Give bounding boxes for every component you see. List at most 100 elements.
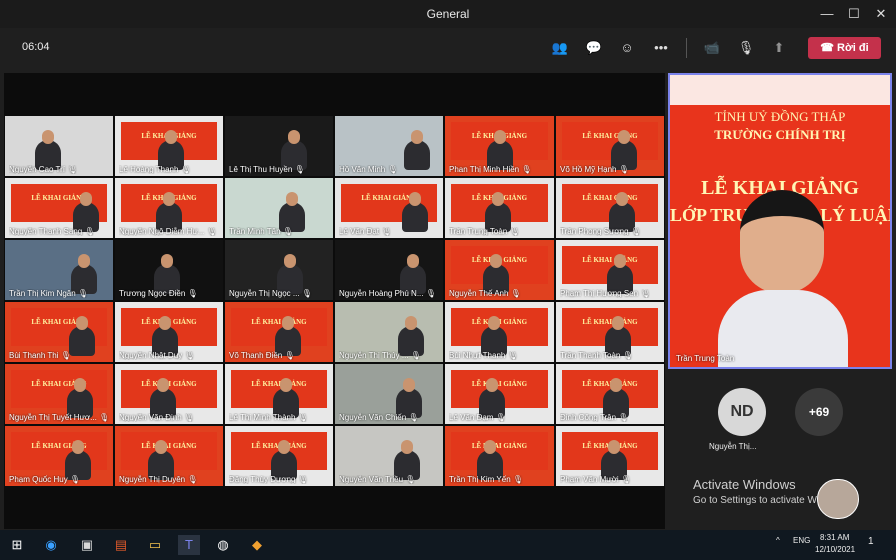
participant-tile[interactable]: LỄ KHAI GIẢNG Lê Hoàng Thanh 🎙 xyxy=(114,115,224,177)
participant-head xyxy=(76,316,88,330)
more-participants-button[interactable]: +69 xyxy=(795,388,843,436)
participant-name: Bùi Thanh Thi 🎙 xyxy=(9,351,71,360)
teams-icon[interactable]: T xyxy=(178,535,200,555)
spotlight-video[interactable]: TỈNH UỶ ĐỒNG THÁP TRƯỜNG CHÍNH TRỊ LỄ KH… xyxy=(668,73,892,369)
participant-tile[interactable]: LỄ KHAI GIẢNG Bùi Thanh Thi 🎙 xyxy=(4,301,114,363)
reactions-icon[interactable]: ☺ xyxy=(616,37,638,59)
participant-tile[interactable]: Nguyễn Hoàng Phú N... 🎙 xyxy=(334,239,444,301)
participant-tile[interactable]: Trần Thị Kim Ngân 🎙 xyxy=(4,239,114,301)
participant-head xyxy=(74,378,86,392)
participant-tile[interactable]: LỄ KHAI GIẢNG Lê Văn Đạm 🎙 xyxy=(444,363,555,425)
participant-tile[interactable]: LỄ KHAI GIẢNG Võ Thanh Điền 🎙 xyxy=(224,301,334,363)
banner-line-2: TRƯỜNG CHÍNH TRỊ xyxy=(714,127,846,142)
participant-name: Nguyễn Văn Chiến 🎙 xyxy=(339,413,419,422)
participant-tile[interactable]: LỄ KHAI GIẢNG Nguyễn Thị Duyên 🎙 xyxy=(114,425,224,487)
participant-head xyxy=(614,254,626,268)
participant-name: Trần Phong Sương 🎙 xyxy=(560,227,641,236)
maximize-button[interactable]: ☐ xyxy=(843,4,865,24)
participant-tile[interactable]: Nguyễn Văn Chiến 🎙 xyxy=(334,363,444,425)
participant-name: Võ Thanh Điền 🎙 xyxy=(229,351,295,360)
leave-button[interactable]: ☎ Rời đi xyxy=(808,37,881,59)
clock-date[interactable]: 12/10/2021 xyxy=(815,545,855,554)
participant-avatar[interactable]: ND xyxy=(718,388,766,436)
participant-tile[interactable]: LỄ KHAI GIẢNG Lê Thị Minh Thành 🎙 xyxy=(224,363,334,425)
participant-tile[interactable]: LỄ KHAI GIẢNGNguyễn Thế Anh 🎙 xyxy=(444,239,555,301)
chat-icon[interactable]: 💬 xyxy=(583,37,605,59)
tile-banner-text: LỄ KHAI GIẢNG xyxy=(582,256,638,264)
tile-banner-text: LỄ KHAI GIẢNG xyxy=(141,442,197,450)
camera-off-icon[interactable]: 📹 xyxy=(701,37,723,59)
participant-tile[interactable]: LỄ KHAI GIẢNG Đinh Công Trân 🎙 xyxy=(555,363,665,425)
participant-tile[interactable]: LỄ KHAI GIẢNG Nguyễn Ngô Diễm Hư... 🎙 xyxy=(114,177,224,239)
participant-figure xyxy=(402,192,428,232)
participant-tile[interactable]: LỄ KHAI GIẢNG Nguyễn Thị Tuyết Hươ... 🎙 xyxy=(4,363,114,425)
participant-tile[interactable]: LỄ KHAI GIẢNGBùi Nhựt Thanh 🎙 xyxy=(444,301,555,363)
participant-figure xyxy=(69,316,95,356)
participant-tile[interactable]: LỄ KHAI GIẢNG Phạm Quốc Huy 🎙 xyxy=(4,425,114,487)
mic-muted-icon[interactable]: 🎙 xyxy=(735,37,757,59)
tile-banner: LỄ KHAI GIẢNG xyxy=(562,122,658,160)
participant-head xyxy=(42,130,54,144)
participant-head xyxy=(282,316,294,330)
participant-tile[interactable]: LỄ KHAI GIẢNG Võ Hồ Mỹ Hạnh 🎙 xyxy=(555,115,665,177)
participant-head xyxy=(492,192,504,206)
participant-name: Phạm Văn Mười 🎙 xyxy=(560,475,631,484)
participant-tile[interactable]: LỄ KHAI GIẢNG Nguyễn Văn Định 🎙 xyxy=(114,363,224,425)
participant-head xyxy=(616,192,628,206)
participant-tile[interactable]: Nguyễn Thị Thúy ... 🎙 xyxy=(334,301,444,363)
language-indicator[interactable]: ENG xyxy=(793,536,810,545)
participant-head xyxy=(286,192,298,206)
participant-head xyxy=(288,130,300,144)
participant-tile[interactable]: Trần Minh Tân 🎙 xyxy=(224,177,334,239)
participant-tile[interactable]: Nguyễn Thị Ngọc ... 🎙 xyxy=(224,239,334,301)
close-button[interactable]: ✕ xyxy=(870,4,892,24)
participant-name: Nguyễn Thị Tuyết Hươ... 🎙 xyxy=(9,413,110,422)
participant-tile[interactable]: LỄ KHAI GIẢNG Phan Thị Minh Hiền 🎙 xyxy=(444,115,555,177)
chrome-icon[interactable]: ◍ xyxy=(212,535,234,555)
participant-tile[interactable]: LỄ KHAI GIẢNGTrần Trung Toàn 🎙 xyxy=(444,177,555,239)
participant-tile[interactable]: Trương Ngọc Điền 🎙 xyxy=(114,239,224,301)
participant-tile[interactable]: LỄ KHAI GIẢNG Trần Phong Sương 🎙 xyxy=(555,177,665,239)
participant-tile[interactable]: Nguyễn Văn Triều 🎙 xyxy=(334,425,444,487)
participant-tile[interactable]: LỄ KHAI GIẢNG Lê Văn Đạt 🎙 xyxy=(334,177,444,239)
participant-head xyxy=(78,254,90,268)
participant-head xyxy=(401,440,413,454)
tray-chevron-icon[interactable]: ^ xyxy=(776,536,780,545)
participant-tile[interactable]: LỄ KHAI GIẢNG Nguyễn Thanh Sang 🎙 xyxy=(4,177,114,239)
participant-figure xyxy=(404,130,430,170)
store-icon[interactable]: ▣ xyxy=(76,535,98,555)
participant-name: Nguyễn Nhật Duy 🎙 xyxy=(119,351,195,360)
participant-tile[interactable]: LỄ KHAI GIẢNG Đặng Thùy Dương 🎙 xyxy=(224,425,334,487)
participant-tile[interactable]: Nguyễn Cao Trí 🎙 xyxy=(4,115,114,177)
participant-tile[interactable]: LỄ KHAI GIẢNG Trần Thanh Toàn 🎙 xyxy=(555,301,665,363)
speaker-figure xyxy=(718,190,848,367)
participant-tile[interactable]: Hồ Văn Minh 🎙 xyxy=(334,115,444,177)
participant-tile[interactable]: LỄ KHAI GIẢNG Phạm Thị Hương Sen 🎙 xyxy=(555,239,665,301)
powerpoint-icon[interactable]: ▤ xyxy=(110,535,132,555)
tile-banner-text: LỄ KHAI GIẢNG xyxy=(141,380,197,388)
participant-tile[interactable]: LỄ KHAI GIẢNG Trần Thị Kim Yến 🎙 xyxy=(444,425,555,487)
spotlight-name: Trần Trung Toàn xyxy=(676,354,735,363)
participant-head xyxy=(280,378,292,392)
self-view-avatar[interactable] xyxy=(817,479,859,519)
leave-label: Rời đi xyxy=(837,42,869,54)
participant-head xyxy=(163,192,175,206)
clock-time[interactable]: 8:31 AM xyxy=(820,533,849,542)
more-options-icon[interactable]: ••• xyxy=(650,37,672,59)
share-screen-icon[interactable]: ⬆ xyxy=(768,37,790,59)
participant-head xyxy=(80,192,92,206)
edge-icon[interactable]: ◉ xyxy=(40,535,62,555)
app-icon[interactable]: ◆ xyxy=(246,535,268,555)
participant-name: Đinh Công Trân 🎙 xyxy=(560,413,629,422)
minimize-button[interactable]: — xyxy=(816,4,838,24)
file-explorer-icon[interactable]: ▭ xyxy=(144,535,166,555)
participant-tile[interactable]: LỄ KHAI GIẢNGNguyễn Nhật Duy 🎙 xyxy=(114,301,224,363)
notification-icon[interactable]: 1 xyxy=(868,536,874,547)
participant-tile[interactable]: LỄ KHAI GIẢNG Phạm Văn Mười 🎙 xyxy=(555,425,665,487)
people-icon[interactable]: 👥 xyxy=(549,37,571,59)
windows-start-icon[interactable]: ⊞ xyxy=(6,535,28,555)
participant-head xyxy=(157,378,169,392)
participant-name: Bùi Nhựt Thanh 🎙 xyxy=(449,351,518,360)
participant-tile[interactable]: Lê Thị Thu Huyền 🎙 xyxy=(224,115,334,177)
participant-name: Trần Trung Toàn 🎙 xyxy=(449,227,520,236)
